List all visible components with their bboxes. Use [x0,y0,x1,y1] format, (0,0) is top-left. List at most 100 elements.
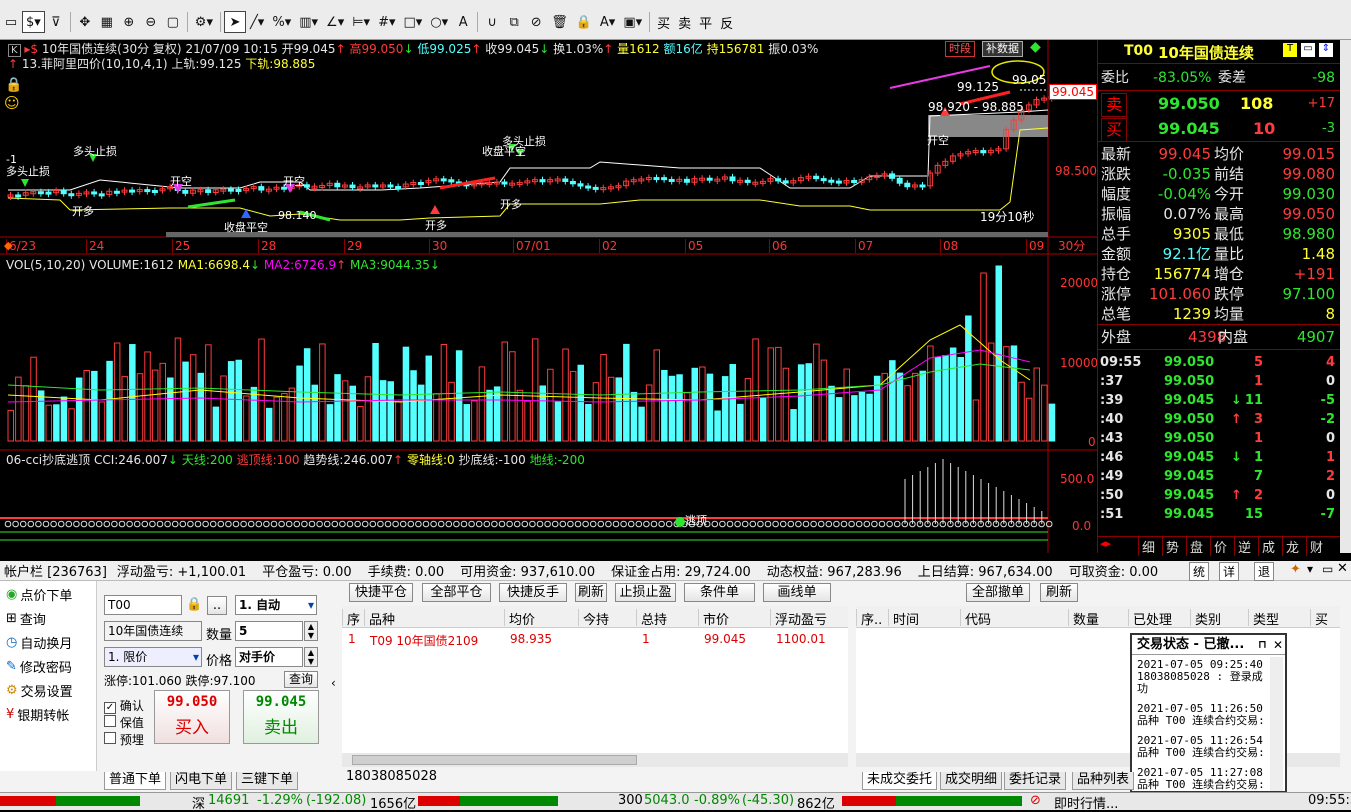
scroll-thumb[interactable] [352,755,637,765]
trash-icon[interactable]: 🗑 [547,11,572,33]
close-icon[interactable]: ✕ [1273,635,1283,655]
timeshare-button[interactable]: 时段 [945,41,975,57]
price-type-select[interactable]: 1. 限价 ▾ [104,647,202,667]
column-header[interactable]: 均价 [504,609,535,628]
browse-button[interactable]: .. [207,596,227,615]
orders-tab[interactable]: 品种列表 [1072,772,1135,790]
restore-icon[interactable]: ▭ [1322,562,1333,576]
column-header[interactable]: 类别 [1190,609,1221,628]
qty-stepper[interactable]: ▲ ▼ [304,621,318,641]
hash-icon[interactable]: #▾ [374,11,399,33]
copy-icon[interactable]: ⧉ [503,11,525,33]
tab-flash-order[interactable]: 闪电下单 [170,772,233,790]
position-action-button[interactable]: 画线单 [763,583,831,602]
supplement-data-button[interactable]: 补数据 [982,41,1023,57]
position-action-button[interactable]: 快捷平仓 [349,583,413,602]
percent-icon[interactable]: %▾ [268,11,295,33]
pin-icon[interactable]: ⊓ [1258,635,1267,655]
code-input[interactable]: T00 [104,595,182,615]
nav-change-password[interactable]: ✎ 修改密码 [6,657,72,676]
toolbar-sell[interactable]: 卖 [674,13,695,32]
column-header[interactable]: 代码 [960,609,991,628]
position-action-button[interactable]: 条件单 [684,583,755,602]
stats-button[interactable]: 统 [1189,562,1210,581]
collapse-icon[interactable]: ▭ [1301,43,1315,57]
chk-preset[interactable]: 预埋 [104,731,144,748]
checkbox[interactable]: ✓ [104,702,116,714]
popup-scrollbar[interactable] [1270,657,1283,791]
qty-input[interactable]: 5 [235,621,303,641]
position-action-button[interactable]: 刷新 [575,583,607,602]
chk-hedge[interactable]: 保值 [104,714,144,731]
grid-icon[interactable]: ▦ [96,11,118,33]
detail-button[interactable]: 详 [1219,562,1240,581]
lock-icon[interactable]: 🔒 [572,11,596,33]
quote-tab[interactable]: 价 [1210,537,1227,556]
filter-icon[interactable]: ⊽ [45,11,67,33]
position-action-button[interactable]: 止损止盈 [615,583,676,602]
sell-row[interactable]: 卖 99.050 108 +17 [1098,93,1341,117]
column-header[interactable]: 品种 [364,609,395,628]
diamond-icon[interactable]: ◆ [1030,40,1041,54]
checkbox[interactable] [104,732,116,744]
line-tool-icon[interactable]: ╱▾ [246,11,268,33]
font-color-icon[interactable]: A▾ [596,11,619,33]
lock-icon[interactable]: 🔒 [5,78,22,92]
logout-button[interactable]: 退 [1254,562,1275,581]
cursor-icon[interactable]: ➤ [223,11,246,33]
magnet-icon[interactable]: ∪ [481,11,503,33]
eraser-icon[interactable]: ⊘ [525,11,547,33]
angle-icon[interactable]: ∠▾ [322,11,348,33]
kline-chart[interactable]: K ▸$ 10年国债连续(30分 复权) 21/07/09 10:15 开99.… [0,40,1098,553]
column-header[interactable]: 买卖 [1310,609,1340,647]
quote-tab[interactable]: 盘 [1186,537,1203,556]
nav-click-order[interactable]: ◉ 点价下单 [6,585,72,604]
quote-tab[interactable]: 逆 [1234,537,1251,556]
toolbar-buy[interactable]: 买 [653,13,674,32]
t-icon[interactable]: T [1283,43,1297,57]
pin-icon[interactable]: ✦ [1290,562,1301,577]
quote-tab[interactable]: 势 [1162,537,1179,556]
orders-refresh-button[interactable]: 刷新 [1040,583,1078,602]
query-button[interactable]: 查询 [284,671,318,688]
tab-prev-icon[interactable]: ◂▸ [1100,537,1111,550]
circle-icon[interactable]: ○▾ [426,11,452,33]
column-header[interactable]: 数量 [1068,609,1099,628]
table-row[interactable]: 1 T09 10年国债2109 98.935 1 99.045 1100.01 [342,630,848,648]
expand-icon[interactable]: ⇕ [1319,43,1333,57]
gear-icon[interactable]: ⚙▾ [191,11,217,33]
chk-confirm[interactable]: ✓ 确认 [104,697,144,714]
quote-tab[interactable]: 财 [1306,537,1323,556]
rect-icon[interactable]: □▾ [400,11,427,33]
horizontal-scrollbar[interactable] [342,753,848,767]
position-action-button[interactable]: 快捷反手 [499,583,567,602]
column-header[interactable]: 市价 [698,609,729,628]
price-input[interactable]: 对手价 [235,647,303,667]
column-header[interactable]: 已处理 [1128,609,1172,628]
quote-tab[interactable]: 细 [1138,537,1155,556]
nav-auto-roll[interactable]: ◷ 自动换月 [6,633,72,652]
nav-trade-settings[interactable]: ⚙ 交易设置 [6,681,73,700]
orders-tab[interactable]: 未成交委托 [862,772,938,790]
refresh-icon[interactable]: ▢ [162,11,184,33]
dollar-icon[interactable]: $▾ [22,11,45,33]
k-icon[interactable]: ▭ [0,11,22,33]
nav-bank-transfer[interactable]: ¥ 银期转帐 [6,705,69,724]
alert-icon[interactable]: ⊘ [1030,793,1041,808]
column-header[interactable]: 今持 [578,609,609,628]
close-icon[interactable]: ✕ [1337,561,1348,576]
cancel-all-button[interactable]: 全部撤单 [966,583,1030,602]
auto-select[interactable]: 1. 自动 ▾ [235,595,317,615]
right-scroll-strip[interactable] [1340,40,1351,553]
trade-status-popup[interactable]: 交易状态 - 已撤... ⊓ ✕ 2021-07-05 09:25:40 1803… [1130,633,1287,793]
buy-row[interactable]: 买 99.045 10 -3 [1098,118,1341,142]
column-header[interactable]: 总持 [636,609,667,628]
tab-three-key-order[interactable]: 三键下单 [236,772,299,790]
column-header[interactable]: 浮动盈亏 [770,609,827,628]
smiley-icon[interactable]: ☺ [4,96,20,111]
nav-query[interactable]: ⊞ 查询 [6,609,46,628]
orders-tab[interactable]: 成交明细 [940,772,1003,790]
zoom-out-icon[interactable]: ⊖ [140,11,162,33]
dropdown-icon[interactable]: ▾ [1307,562,1313,576]
ruler-icon[interactable]: ▥▾ [295,11,322,33]
